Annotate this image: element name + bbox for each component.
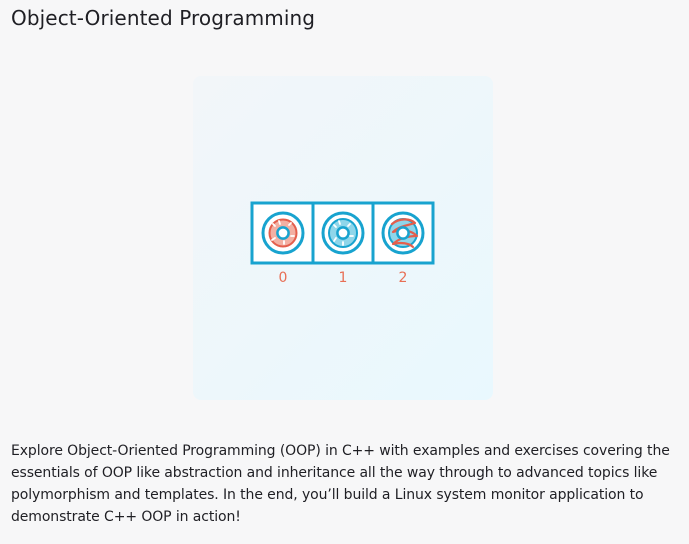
array-index-labels: 0 1 2 <box>279 270 408 286</box>
donut-with-pink-frosting-icon <box>261 211 305 255</box>
donut-with-red-stripes-icon <box>381 211 425 255</box>
index-label-2: 2 <box>399 270 408 286</box>
index-label-1: 1 <box>339 270 348 286</box>
course-illustration-card: 0 1 2 <box>193 76 493 400</box>
index-label-0: 0 <box>279 270 288 286</box>
array-illustration: 0 1 2 <box>250 201 435 286</box>
course-title: Object-Oriented Programming <box>11 6 316 30</box>
course-description: Explore Object-Oriented Programming (OOP… <box>11 443 670 525</box>
course-page: Object-Oriented Programming 0 1 2 Explor… <box>0 0 689 544</box>
donut-with-blue-frosting-icon <box>321 211 365 255</box>
